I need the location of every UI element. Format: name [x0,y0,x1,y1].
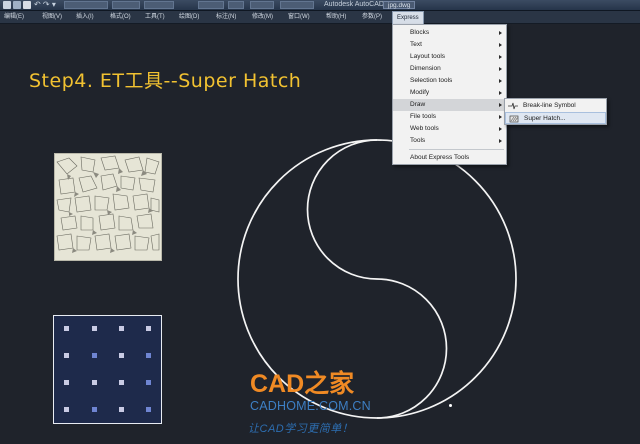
submenu-arrow-icon [499,91,502,95]
submenu-item-label: Super Hatch... [524,115,566,122]
menu-item-selection-tools[interactable]: Selection tools [393,75,506,87]
submenu-arrow-icon [499,127,502,131]
menu-item-label: Layout tools [410,53,446,60]
menu-item-dimension[interactable]: Dimension [393,63,506,75]
menu-item-about-express-tools[interactable]: About Express Tools [393,152,506,164]
submenu-arrow-icon [499,139,502,143]
menu-item-label: Blocks [410,29,430,36]
submenu-arrow-icon [499,55,502,59]
submenu-item-super-hatch[interactable]: Super Hatch... [505,112,606,124]
crosshair-cursor [449,404,452,407]
cadhome-slogan: 让CAD学习更简单！ [248,423,354,435]
menu-item-layout-tools[interactable]: Layout tools [393,51,506,63]
menu-item-draw[interactable]: Draw [393,99,506,111]
menu-item-label: File tools [410,113,437,120]
menu-item-label: Selection tools [410,77,453,84]
submenu-arrow-icon [499,79,502,83]
express-menu: Blocks Text Layout tools Dimension Selec… [392,24,507,165]
break-line-icon [508,102,518,110]
cadhome-logo-mark: CAD之家 [250,370,355,398]
menu-item-label: Dimension [410,65,441,72]
cadhome-url: CADHOME.COM.CN [250,399,371,413]
menu-item-tools[interactable]: Tools [393,135,506,147]
submenu-arrow-icon [499,115,502,119]
menu-item-label: Tools [410,137,426,144]
menu-item-web-tools[interactable]: Web tools [393,123,506,135]
submenu-arrow-icon [499,103,502,107]
menu-separator [409,149,504,150]
menu-item-label: Draw [410,101,426,108]
menu-item-label: About Express Tools [410,154,470,161]
menu-item-label: Text [410,41,422,48]
submenu-arrow-icon [499,31,502,35]
cadhome-logo: CAD之家 [250,370,392,398]
menu-item-label: Modify [410,89,430,96]
submenu-item-label: Break-line Symbol [523,102,576,109]
super-hatch-icon [509,115,519,123]
menu-item-label: Web tools [410,125,439,132]
submenu-arrow-icon [499,43,502,47]
menu-item-file-tools[interactable]: File tools [393,111,506,123]
submenu-item-break-line-symbol[interactable]: Break-line Symbol [505,100,606,112]
draw-submenu: Break-line Symbol Super Hatch... [504,98,607,125]
submenu-arrow-icon [499,67,502,71]
menu-item-blocks[interactable]: Blocks [393,27,506,39]
menu-item-modify[interactable]: Modify [393,87,506,99]
menu-item-text[interactable]: Text [393,39,506,51]
